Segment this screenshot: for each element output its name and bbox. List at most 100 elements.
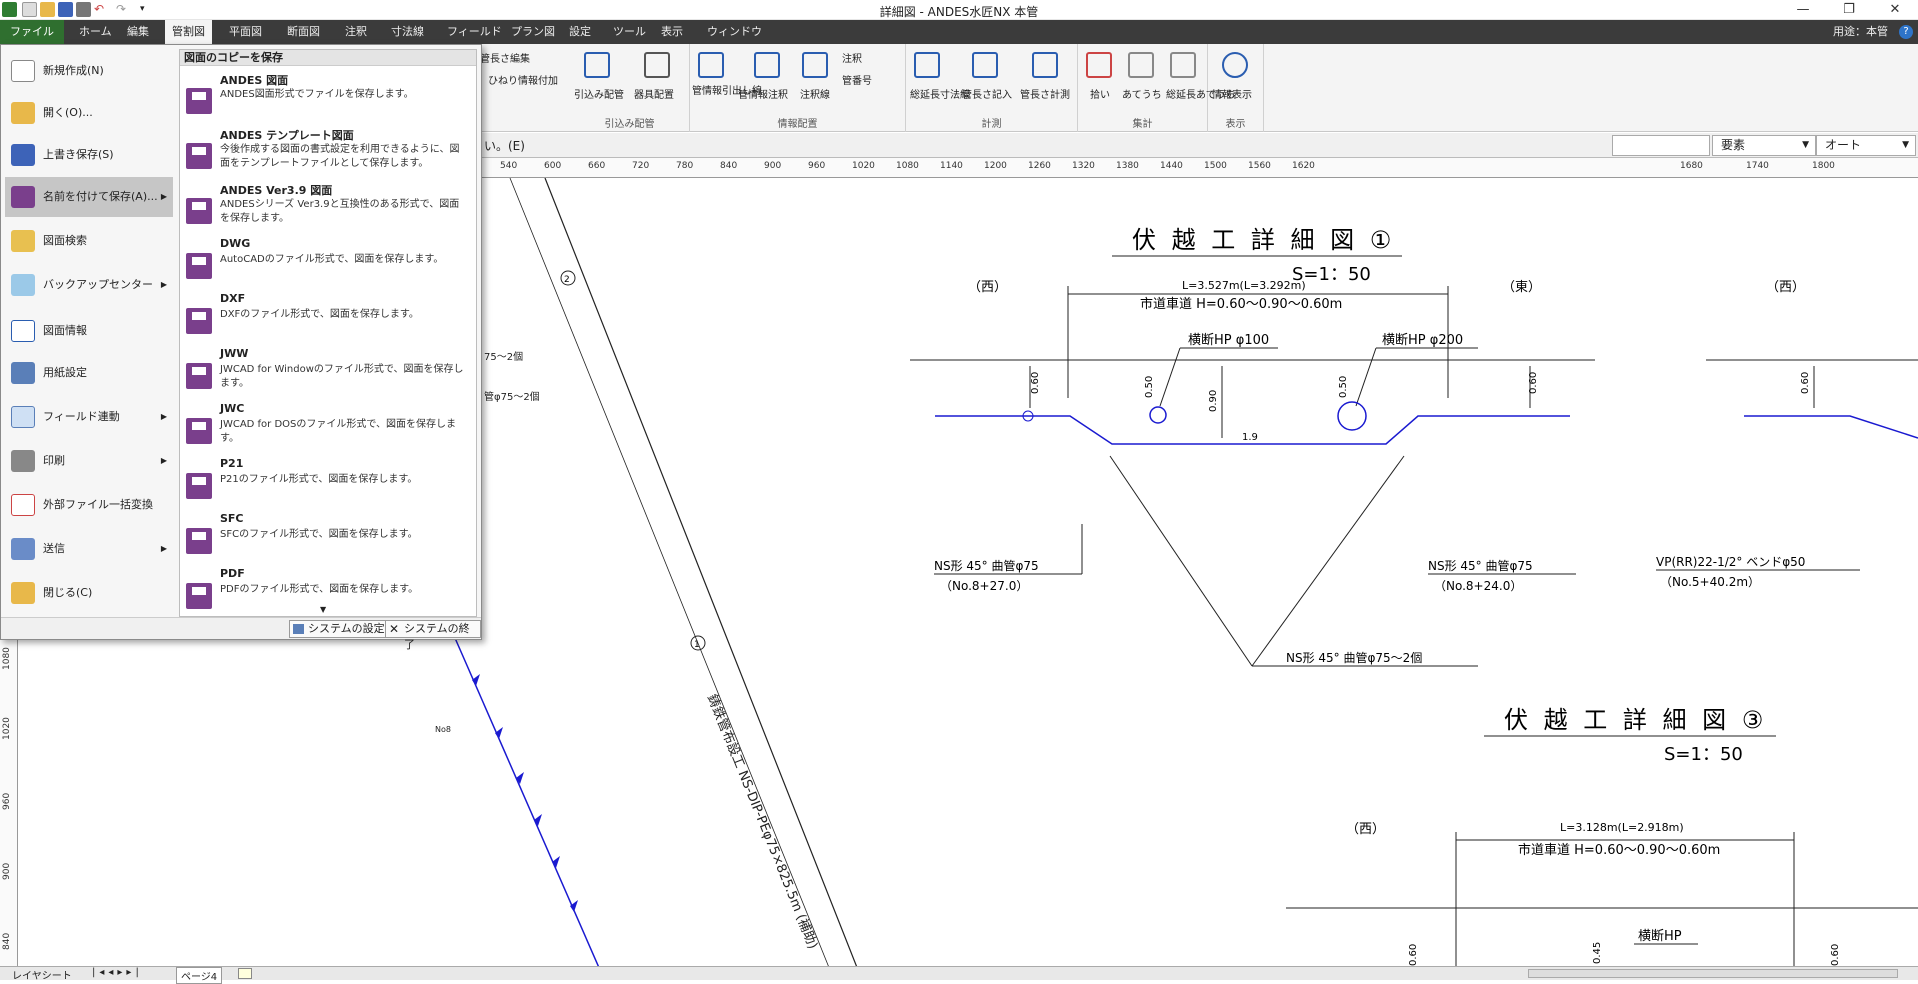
note-button[interactable]: 注釈 [842, 50, 862, 65]
depth-label: 0.60 [1800, 372, 1811, 394]
menu-label: 用紙設定 [43, 366, 87, 379]
tab-home[interactable]: ホーム [72, 20, 119, 44]
tab-annotation[interactable]: 注釈 [338, 20, 374, 44]
menu-search-drawing[interactable]: 図面検索 [5, 221, 173, 261]
menu-save-as[interactable]: 名前を付けて保存(A)... ▶ [5, 177, 173, 217]
save-andes-drawing[interactable]: ANDES 図面 ANDES図面形式でファイルを保存します。 [182, 70, 472, 125]
tab-field[interactable]: フィールド [440, 20, 509, 44]
west-label: （西） [968, 280, 1007, 295]
save-jww[interactable]: JWW JWCAD for Windowのファイル形式で、図面を保存します。 [182, 345, 472, 400]
pickup-button[interactable]: 拾い [1090, 86, 1110, 101]
tab-edit[interactable]: 編集 [120, 20, 156, 44]
note-line-button[interactable]: 注釈線 [800, 86, 830, 101]
auto-dropdown[interactable]: オート ▼ [1816, 135, 1916, 156]
format-description: AutoCADのファイル形式で、図面を保存します。 [220, 254, 444, 265]
system-exit-button[interactable]: ✕ システムの終了 [385, 620, 481, 651]
menu-field-link[interactable]: フィールド連動 ▶ [5, 397, 173, 437]
add-page-icon[interactable] [238, 968, 252, 979]
menu-paper-settings[interactable]: 用紙設定 [5, 353, 173, 393]
info-display-button[interactable]: 情報表示 [1212, 86, 1252, 101]
format-title: ANDES Ver3.9 図面 [220, 184, 333, 197]
format-description: DXFのファイル形式で、図面を保存します。 [220, 309, 419, 320]
tab-tools[interactable]: ツール [606, 20, 653, 44]
pipe-length-entry-button[interactable]: 管長さ記入 [962, 86, 1012, 101]
depth-label: 0.60 [1408, 944, 1419, 966]
depth-label: 0.50 [1338, 376, 1349, 398]
ribbon-group-title: 集計 [1132, 119, 1153, 130]
service-pipe-button[interactable]: 引込み配管 [574, 86, 624, 101]
value-field[interactable] [1612, 135, 1710, 156]
pipe-info-note-button[interactable]: 管情報注釈 [738, 86, 788, 101]
element-dropdown[interactable]: 要素 ▼ [1712, 135, 1816, 156]
tab-file[interactable]: ファイル [0, 20, 64, 44]
save-jwc[interactable]: JWC JWCAD for DOSのファイル形式で、図面を保存します。 [182, 400, 472, 455]
save-pdf[interactable]: PDF PDFのファイル形式で、図面を保存します。 [182, 565, 472, 616]
format-description: ANDESシリーズ Ver3.9と互換性のある形式で、図面を保存します。 [220, 199, 460, 224]
tab-dimension[interactable]: 寸法線 [384, 20, 431, 44]
close-icon: ✕ [389, 622, 400, 636]
menu-batch-convert[interactable]: 外部ファイル一括変換 [5, 485, 173, 525]
save-p21[interactable]: P21 P21のファイル形式で、図面を保存します。 [182, 455, 472, 510]
format-title: PDF [220, 567, 245, 580]
west-label-3: （西） [1346, 822, 1385, 837]
fixture-place-button[interactable]: 器具配置 [634, 86, 674, 101]
save-sfc[interactable]: SFC SFCのファイル形式で、図面を保存します。 [182, 510, 472, 565]
menu-label: 上書き保存(S) [43, 148, 114, 161]
format-description: P21のファイル形式で、図面を保存します。 [220, 474, 418, 485]
menu-drawing-info[interactable]: 図面情報 [5, 311, 173, 351]
close-folder-icon [11, 582, 35, 604]
page-nav-arrows-icon[interactable]: |◂◂▸▸| [92, 967, 143, 978]
tab-plan[interactable]: 平面図 [222, 20, 269, 44]
pipe-install-label: 鋳鉄管布設工 NS-DIP-PEφ75×825.5m (補助) [704, 692, 821, 951]
ruler-tick: 900 [2, 862, 12, 880]
menu-new[interactable]: 新規作成(N) [5, 51, 173, 91]
format-description: PDFのファイル形式で、図面を保存します。 [220, 584, 419, 595]
menu-save[interactable]: 上書き保存(S) [5, 135, 173, 175]
bend-label-right: NS形 45° 曲管φ75 [1428, 558, 1533, 573]
tab-pipe-layout[interactable]: 管割図 [165, 20, 212, 44]
minimize-button[interactable]: — [1780, 0, 1826, 20]
menu-open[interactable]: 開く(O)... [5, 93, 173, 133]
ribbon-tab-bar: ファイル ホーム 編集 管割図 平面図 断面図 注釈 寸法線 フィールド プラン… [0, 20, 1918, 44]
tab-view[interactable]: 表示 [654, 20, 690, 44]
scroll-down-icon[interactable]: ▼ [320, 605, 326, 614]
tab-window[interactable]: ウィンドウ [700, 20, 769, 44]
hp200-label: 横断HP φ200 [1382, 333, 1463, 348]
tab-settings[interactable]: 設定 [562, 20, 598, 44]
pipe-length-measure-button[interactable]: 管長さ計測 [1020, 86, 1070, 101]
ruler-tick: 720 [632, 161, 650, 171]
ribbon-group-info: 管情報引出し線 管情報注釈 注釈線 注釈 管番号 情報配置 [690, 44, 906, 132]
save-dwg[interactable]: DWG AutoCADのファイル形式で、図面を保存します。 [182, 235, 472, 290]
twist-info-button[interactable]: ひねり情報付加 [488, 72, 558, 87]
file-menu-footer: システムの設定 ✕ システムの終了 [1, 617, 481, 651]
menu-print[interactable]: 印刷 ▶ [5, 441, 173, 481]
total-length-dimension-button[interactable]: 総延長寸法線 [910, 86, 970, 101]
usage-indicator[interactable]: 用途：本管 [1833, 20, 1888, 44]
menu-send[interactable]: 送信 ▶ [5, 529, 173, 569]
save-andes-template[interactable]: ANDES テンプレート図面 今後作成する図面の書式設定を利用できるように、図面を… [182, 125, 472, 180]
menu-backup-center[interactable]: バックアップセンター ▶ [5, 265, 173, 305]
save-andes-v39[interactable]: ANDES Ver3.9 図面 ANDESシリーズ Ver3.9と互換性のある形式… [182, 180, 472, 235]
format-description: 今後作成する図面の書式設定を利用できるように、図面をテンプレートファイルとして保… [220, 144, 460, 169]
horizontal-scrollbar[interactable] [1528, 969, 1898, 978]
tab-section[interactable]: 断面図 [280, 20, 327, 44]
command-prompt: い。(E) [484, 139, 525, 153]
restore-button[interactable]: ❐ [1826, 0, 1872, 20]
save-dxf[interactable]: DXF DXFのファイル形式で、図面を保存します。 [182, 290, 472, 345]
tab-plan-view[interactable]: プラン図 [504, 20, 562, 44]
cross-check-button[interactable]: あてうち [1122, 86, 1162, 101]
system-settings-button[interactable]: システムの設定 [289, 620, 390, 638]
submenu-arrow-icon: ▶ [160, 456, 167, 465]
total-cross-check-icon [1170, 52, 1196, 78]
pipe-number-button[interactable]: 管番号 [842, 72, 872, 87]
page-tab[interactable]: ページ4 [176, 967, 223, 984]
format-title: ANDES 図面 [220, 74, 289, 87]
menu-close[interactable]: 閉じる(C) [5, 573, 173, 613]
close-button[interactable]: ✕ [1872, 0, 1918, 20]
pipe-info-note-icon [754, 52, 780, 78]
depth-label: 0.60 [1528, 372, 1539, 394]
station-label: No8 [435, 725, 451, 734]
pipe-length-edit-button[interactable]: 管長さ編集 [480, 50, 530, 65]
help-icon[interactable]: ? [1899, 25, 1913, 39]
ruler-tick: 840 [2, 932, 12, 950]
